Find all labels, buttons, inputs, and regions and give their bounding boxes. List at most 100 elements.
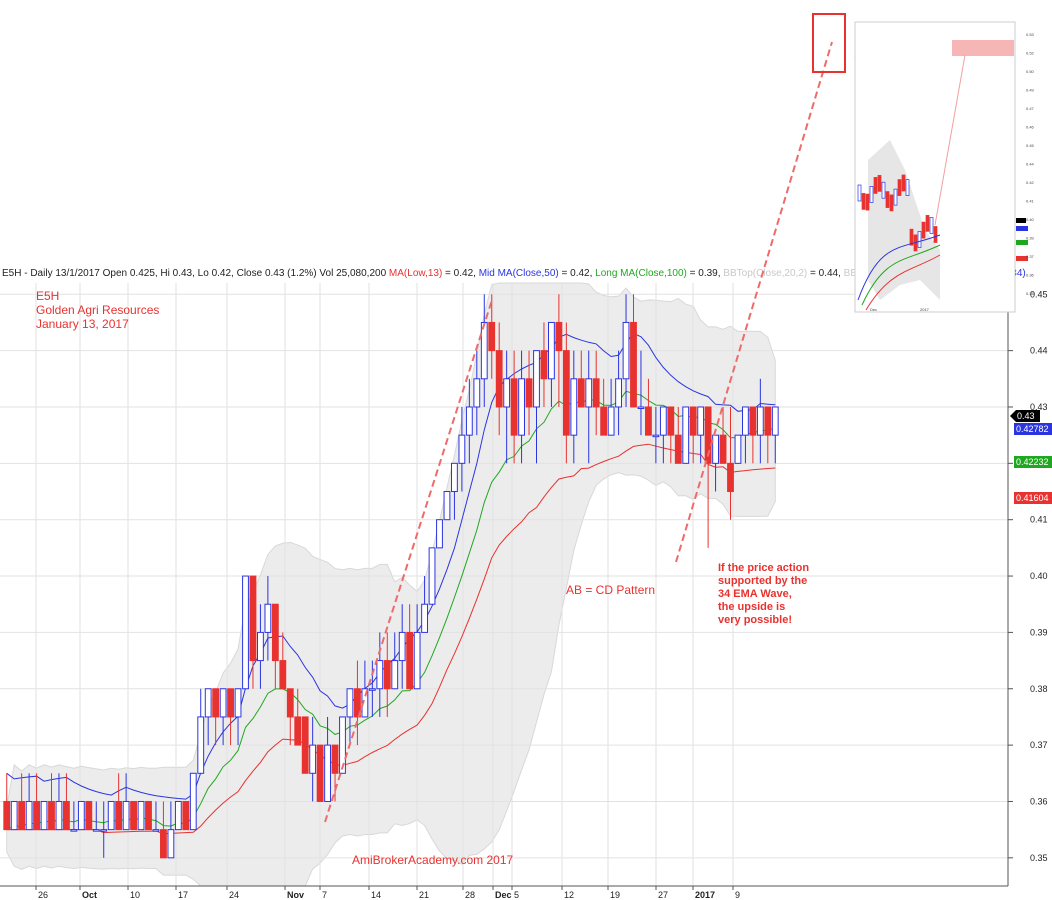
candle-body [682,406,690,464]
x-tick-label: 10 [130,890,140,900]
long-ma-badge: 0.42232 [1014,456,1052,468]
inset-y-label: 0.37 [1026,254,1035,259]
candle-body [63,800,70,831]
candle-body [197,716,205,774]
candle-body [659,406,667,436]
long-ma-badge-text: 0.42232 [1016,457,1049,467]
inset-y-label: 0.53 [1026,32,1035,37]
candle-body [152,829,160,832]
candle-body [92,829,100,832]
inset-candle [885,191,890,208]
inset-candle [933,226,938,243]
candle-body [324,744,331,802]
watermark: AmiBrokerAcademy.com 2017 [352,853,514,867]
candle-body [607,406,615,436]
candle-body [331,744,339,774]
candle-body [18,800,26,831]
date-label: January 13, 2017 [36,317,129,331]
close-badge-text: 0.43 [1017,411,1035,421]
candle-body [376,660,384,690]
header-segment: Mid MA(Close,50) [479,268,559,279]
candle-body [533,350,540,408]
y-tick-label: 0.39 [1030,627,1048,637]
x-tick-label: 19 [610,890,620,900]
candle-body [406,631,414,690]
candle-body [3,800,11,831]
inset-close-badge [1016,218,1026,223]
candle-body [257,631,264,662]
candle-body [107,800,115,831]
inset-y-label: 0.46 [1026,125,1035,130]
candle-body [219,688,227,718]
candle-body [316,744,324,802]
candle-body [271,603,279,662]
y-tick-label: 0.36 [1030,796,1048,806]
inset-target-zone [952,40,1014,56]
candle-body [167,829,175,859]
note-line: supported by the [718,575,807,587]
inset-candle [881,181,886,199]
candle-body [674,434,682,464]
candle-body [585,378,593,408]
inset-chart: 0.53 0.52 0.50 0.49 0.47 0.46 0.45 0.44 0.42 0.41… [854,21,1035,313]
candle-body [77,800,85,831]
target-box [812,13,846,73]
header-segment: = 0.44, [807,268,843,279]
candle-body [421,603,428,633]
candle-body [525,378,533,408]
y-tick-label: 0.40 [1030,571,1048,581]
candle-body [749,406,757,436]
candlestick-chart: 0.45 0.44 0.43 0.42 0.41 0.40 0.39 0.38 0.37 0.36… [0,13,1052,900]
candle-body [249,575,257,662]
ma-low-badge-text: 0.41604 [1016,493,1049,503]
candle-body [204,688,212,718]
candle-body [518,378,525,436]
ma-low-badge: 0.41604 [1014,492,1052,504]
x-tick-label: 27 [658,890,668,900]
candle-body [712,434,719,464]
y-tick-label: 0.41 [1030,515,1048,525]
candle-body [458,434,466,464]
candle-body [540,350,548,380]
candle-body [294,716,302,746]
candle-body [622,321,630,380]
candle-body [286,688,294,718]
candle-body [55,800,63,831]
candle-body [771,406,779,436]
candle-body [174,800,182,831]
candle-body [592,378,600,408]
inset-y-label: 0.35 [1026,291,1035,296]
candle-body [742,406,749,436]
candle-body [734,434,742,464]
y-tick-label: 0.38 [1030,684,1048,694]
candle-body [428,547,436,605]
candle-body [689,406,697,436]
candle-body [70,829,78,832]
candle-body [40,800,48,831]
candle-body [719,434,727,464]
note-line: very possible! [718,614,792,626]
inset-candle [925,215,930,232]
candle-body [488,321,496,352]
y-tick-label: 0.35 [1030,853,1048,863]
header-segment: = 0.39, [687,268,723,279]
candle-body [368,688,376,691]
candle-body [25,800,33,831]
note-line: 34 EMA Wave, [718,588,792,600]
candle-body [33,800,40,831]
inset-y-label: 0.50 [1026,69,1035,74]
candle-body [145,800,152,831]
x-tick-label: 14 [371,890,381,900]
candle-body [637,406,645,409]
candle-body [473,378,481,408]
x-tick-label: 2017 [695,890,715,900]
candle-body [548,321,555,380]
inset-y-label: 0.44 [1026,162,1035,167]
x-tick-label: 7 [322,890,327,900]
ema-badge-text: 0.42782 [1016,424,1049,434]
candle-body [309,744,317,774]
candle-body [756,406,764,436]
ticker-label: E5H [36,289,59,303]
inset-y-label: 0.42 [1026,180,1035,185]
candle-body [279,660,287,690]
